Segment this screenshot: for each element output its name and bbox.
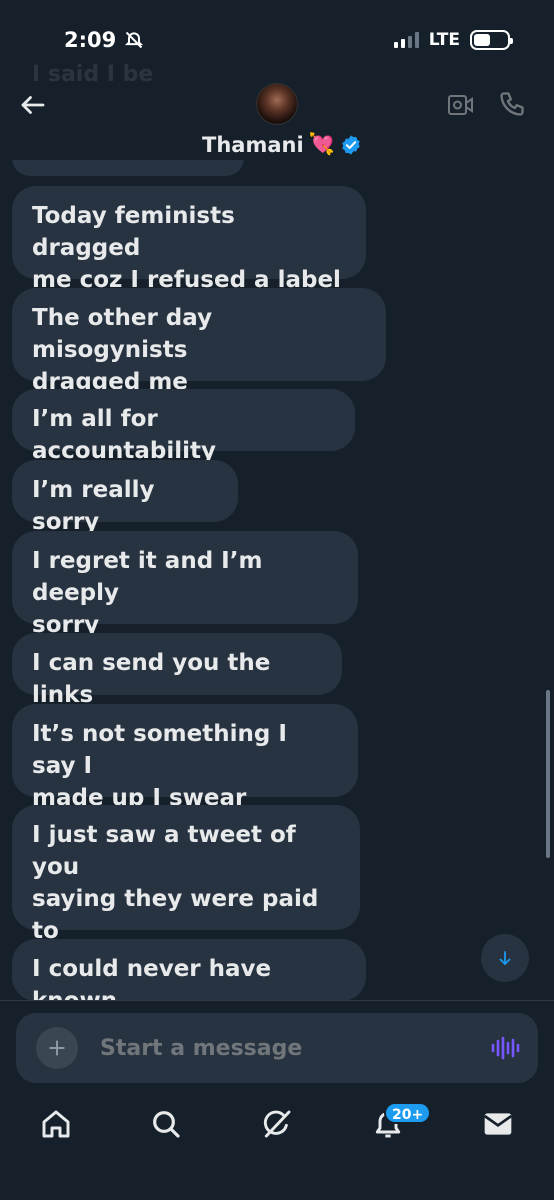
contact-name[interactable]: Thamani 💘 <box>202 132 362 157</box>
video-call-icon[interactable] <box>447 93 475 117</box>
message-bubble[interactable]: It’s not something I say I made up I swe… <box>12 704 358 811</box>
message-bubble[interactable]: I’m really sorry <box>12 460 238 535</box>
add-media-button[interactable] <box>36 1027 78 1069</box>
home-icon[interactable] <box>40 1108 72 1140</box>
signal-icon <box>393 32 419 48</box>
battery-icon <box>470 30 513 50</box>
envelope-icon[interactable] <box>482 1108 514 1140</box>
plus-icon <box>49 1040 65 1056</box>
bottom-navigation: 20+ <box>0 1090 554 1160</box>
voice-message-icon[interactable] <box>490 1035 520 1061</box>
phone-call-icon[interactable] <box>498 90 526 118</box>
status-time: 2:09 <box>64 28 144 52</box>
scrollbar[interactable] <box>546 690 550 858</box>
grok-icon[interactable] <box>261 1108 293 1140</box>
message-bubble[interactable]: I’m all for accountability <box>12 389 355 464</box>
message-bubble[interactable]: I regret it and I’m deeply sorry <box>12 531 358 638</box>
message-bubble[interactable]: The other day misogynists dragged me <box>12 288 386 395</box>
message-bubble[interactable]: I just saw a tweet of you saying they we… <box>12 805 360 976</box>
contact-avatar[interactable] <box>256 83 298 125</box>
message-thread[interactable]: Today feminists dragged me coz I refused… <box>0 160 554 1000</box>
search-icon[interactable] <box>150 1108 182 1140</box>
network-label: LTE <box>428 30 460 50</box>
notifications-badge: 20+ <box>384 1102 432 1124</box>
message-input[interactable] <box>100 1031 460 1065</box>
verified-badge-icon <box>342 134 360 155</box>
contact-name-text: Thamani <box>202 132 304 157</box>
scroll-to-bottom-button[interactable] <box>481 934 529 982</box>
bell-off-icon <box>125 31 144 49</box>
back-arrow-icon[interactable] <box>18 90 48 120</box>
faded-message-text: I said I be <box>32 62 154 87</box>
message-bubble[interactable]: I can send you the links <box>12 633 342 708</box>
message-bubble[interactable]: I could never have known <box>12 939 366 1000</box>
clock-time: 2:09 <box>64 28 117 52</box>
composer-divider <box>0 1000 554 1001</box>
status-indicators: LTE <box>393 30 513 50</box>
arrow-down-icon <box>499 951 511 965</box>
heart-emoji: 💘 <box>308 132 335 156</box>
message-bubble[interactable]: Today feminists dragged me coz I refused… <box>12 186 366 293</box>
message-composer <box>16 1013 538 1083</box>
message-bubble-partial <box>12 160 244 176</box>
